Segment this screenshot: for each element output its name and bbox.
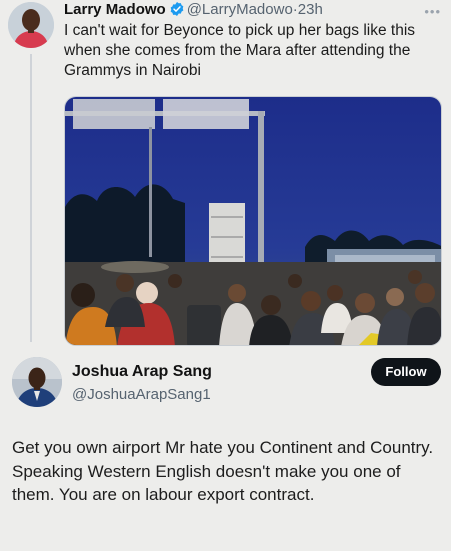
follow-button[interactable]: Follow bbox=[371, 358, 441, 386]
tweet-photo[interactable] bbox=[64, 96, 442, 346]
reply-author-name[interactable]: Joshua Arap Sang bbox=[72, 363, 212, 381]
thread-connector bbox=[30, 54, 32, 342]
reply-text: Get you own airport Mr hate you Continen… bbox=[12, 438, 434, 504]
author-handle[interactable]: @LarryMadowo bbox=[187, 1, 293, 18]
reply-author-handle[interactable]: @JoshuaArapSang1 bbox=[72, 386, 211, 403]
avatar[interactable] bbox=[8, 2, 54, 48]
verified-badge-icon bbox=[169, 1, 185, 22]
author-name[interactable]: Larry Madowo bbox=[64, 1, 166, 18]
airport-night-photo bbox=[65, 97, 441, 345]
tweet-header: Larry Madowo @LarryMadowo·23h bbox=[64, 1, 323, 22]
reply-avatar-portrait bbox=[12, 357, 62, 407]
original-tweet: Larry Madowo @LarryMadowo·23h ••• I can't… bbox=[0, 0, 451, 350]
tweet-timestamp[interactable]: 23h bbox=[298, 1, 323, 18]
avatar-portrait bbox=[8, 2, 54, 48]
more-horizontal-icon[interactable]: ••• bbox=[424, 4, 441, 19]
tweet-text: I can't wait for Beyonce to pick up her … bbox=[64, 22, 416, 79]
reply-avatar[interactable] bbox=[12, 357, 62, 407]
